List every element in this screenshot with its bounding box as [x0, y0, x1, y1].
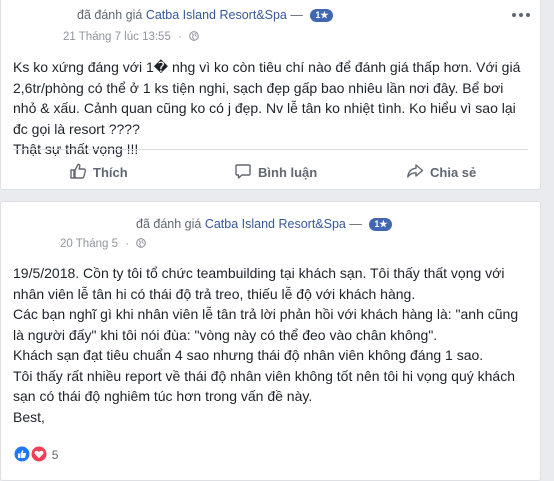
- share-icon: [407, 164, 424, 178]
- separator: —: [349, 217, 362, 231]
- comment-button[interactable]: Bình luận: [234, 162, 317, 180]
- meta-dot: ·: [125, 238, 130, 250]
- post-paragraph: Ks ko xứng đáng với 1� nhg vì ko còn tiê…: [13, 59, 521, 137]
- review-action-text: đã đánh giá: [136, 217, 202, 231]
- share-button[interactable]: Chia sẻ: [406, 162, 476, 180]
- post-header: đã đánh giá Catba Island Resort&Spa — 1★…: [1, 202, 540, 252]
- comment-label: Bình luận: [258, 165, 318, 180]
- post-paragraph: Best,: [13, 408, 45, 425]
- separator: —: [290, 8, 303, 22]
- post-body: 19/5/2018. Cồn ty tôi tổ chức teambuildi…: [13, 263, 530, 427]
- more-options-icon[interactable]: [512, 8, 532, 22]
- review-post-2: đã đánh giá Catba Island Resort&Spa — 1★…: [0, 201, 541, 481]
- post-paragraph: Các bạn nghĩ gì khi nhân viên lễ tân trả…: [13, 306, 519, 343]
- post-meta: 20 Tháng 5 ·: [60, 238, 147, 250]
- like-button[interactable]: Thích: [69, 162, 128, 180]
- post-body: Ks ko xứng đáng với 1� nhg vì ko còn tiê…: [13, 57, 530, 160]
- post-paragraph: Tôi thấy rất nhiều report về thái độ nhâ…: [13, 367, 515, 405]
- rating-badge: 1★: [310, 9, 334, 23]
- like-reaction-icon: [13, 445, 31, 463]
- reaction-summary[interactable]: 5: [13, 445, 58, 463]
- page-name-link[interactable]: Catba Island Resort&Spa: [205, 217, 346, 231]
- comment-icon: [235, 164, 251, 179]
- like-label: Thích: [93, 165, 128, 180]
- author-line: đã đánh giá Catba Island Resort&Spa — 1★: [77, 8, 334, 23]
- review-action-text: đã đánh giá: [77, 8, 143, 22]
- meta-dot: ·: [178, 31, 182, 43]
- globe-icon[interactable]: [136, 238, 147, 248]
- love-reaction-icon: [30, 445, 48, 463]
- page-name-link[interactable]: Catba Island Resort&Spa: [146, 8, 287, 22]
- review-post-1: đã đánh giá Catba Island Resort&Spa — 1★…: [0, 0, 541, 190]
- reaction-count: 5: [51, 448, 59, 462]
- post-meta: 21 Tháng 7 lúc 13:55 ·: [63, 31, 199, 43]
- post-paragraph: Khách sạn đạt tiêu chuẩn 4 sao nhưng thá…: [13, 347, 484, 363]
- rating-badge: 1★: [369, 218, 393, 232]
- timestamp-link[interactable]: 20 Tháng 5: [60, 238, 118, 250]
- post-header: đã đánh giá Catba Island Resort&Spa — 1★…: [1, 0, 540, 50]
- post-paragraph: 19/5/2018. Cồn ty tôi tổ chức teambuildi…: [13, 265, 505, 302]
- globe-icon[interactable]: [189, 31, 199, 41]
- thumbs-up-icon: [70, 163, 87, 179]
- post-actions: Thích Bình luận Chia sẻ: [13, 149, 528, 192]
- timestamp-link[interactable]: 21 Tháng 7 lúc 13:55: [63, 31, 171, 43]
- author-line: đã đánh giá Catba Island Resort&Spa — 1★: [136, 217, 393, 232]
- share-label: Chia sẻ: [430, 165, 477, 180]
